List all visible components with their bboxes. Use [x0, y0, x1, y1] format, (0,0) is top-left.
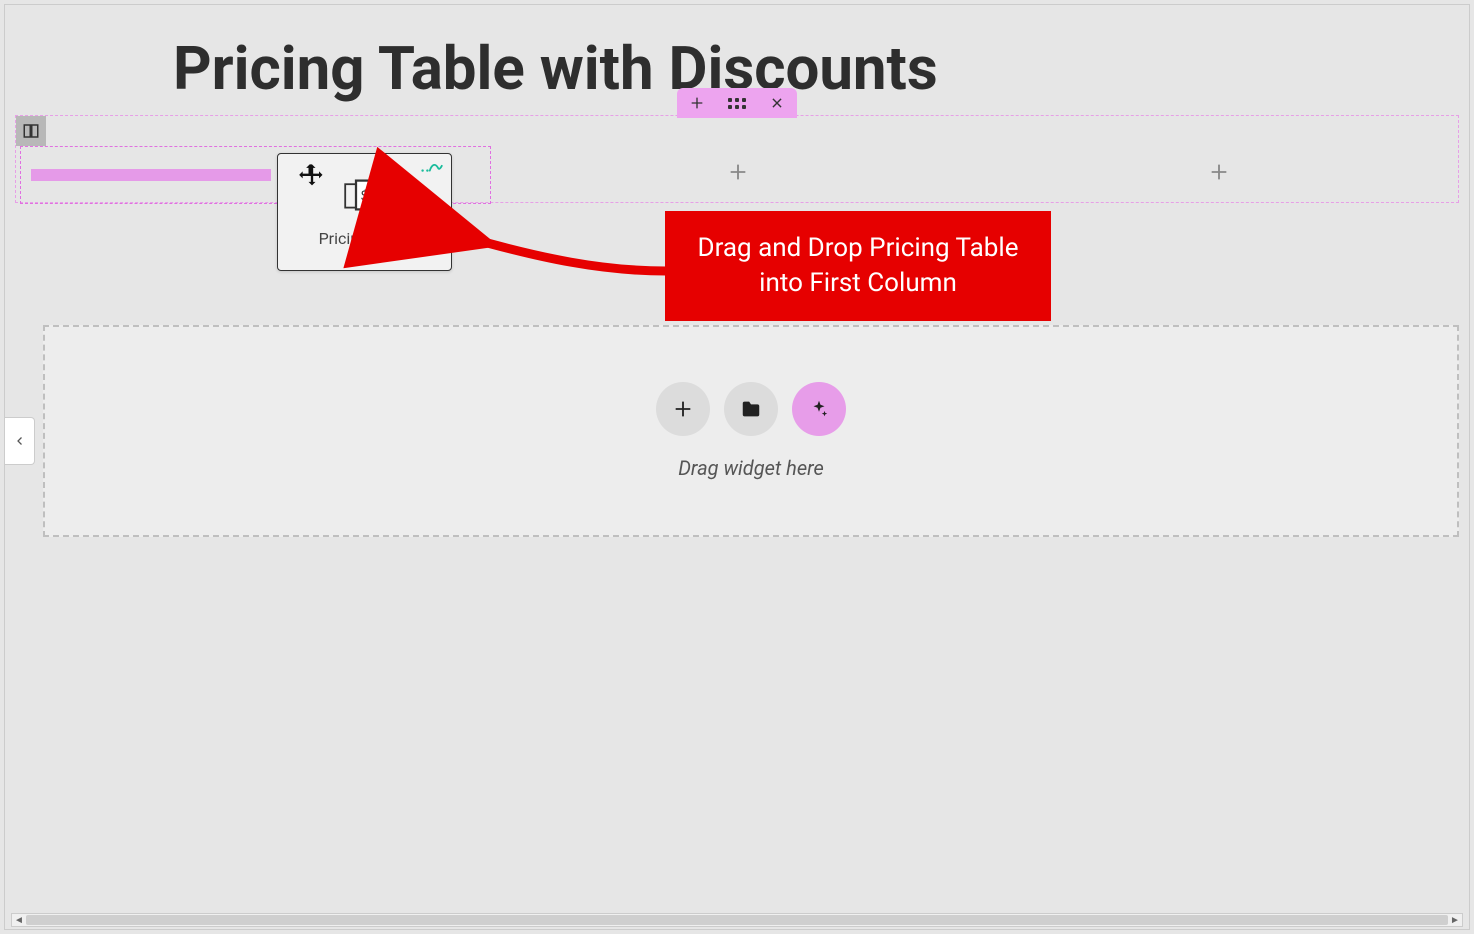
sidebar-collapse-handle[interactable]	[5, 417, 35, 465]
plus-icon	[689, 95, 705, 111]
annotation-arrow	[461, 223, 671, 277]
editor-canvas: Pricing Table with Discounts	[4, 4, 1470, 930]
page-title: Pricing Table with Discounts	[173, 33, 938, 104]
section-container[interactable]	[15, 115, 1459, 203]
dropzone-add-button[interactable]	[656, 382, 710, 436]
column-edit-handle[interactable]	[16, 116, 46, 146]
scroll-left-button[interactable]: ◄	[12, 914, 26, 926]
pricing-table-widget-icon: $	[343, 177, 387, 217]
annotation-callout: Drag and Drop Pricing Table into First C…	[665, 211, 1051, 321]
sparkle-icon	[808, 398, 830, 420]
plus-icon	[727, 161, 749, 183]
dragging-widget-card[interactable]: $ Pricing Table	[277, 153, 452, 271]
scroll-right-button[interactable]: ►	[1448, 914, 1462, 926]
section-drag-handle[interactable]	[728, 94, 746, 112]
plus-icon	[672, 398, 694, 420]
section-controls-tab	[677, 88, 797, 118]
widget-card-label: Pricing Table	[319, 229, 411, 248]
empty-section-dropzone[interactable]: Drag widget here	[43, 325, 1459, 537]
columns-icon	[22, 122, 40, 140]
section-add-button[interactable]	[688, 94, 706, 112]
folder-icon	[740, 398, 762, 420]
section-delete-button[interactable]	[768, 94, 786, 112]
drop-indicator-bar	[31, 169, 271, 181]
horizontal-scrollbar[interactable]: ◄ ►	[11, 913, 1463, 927]
dropzone-ai-button[interactable]	[792, 382, 846, 436]
scrollbar-thumb[interactable]	[26, 915, 1448, 925]
add-widget-column-2[interactable]	[727, 160, 749, 190]
dropzone-template-button[interactable]	[724, 382, 778, 436]
svg-text:$: $	[360, 188, 368, 204]
column-2-dropzone[interactable]	[503, 146, 972, 204]
column-3-dropzone[interactable]	[985, 146, 1454, 204]
dropzone-actions	[656, 382, 846, 436]
add-widget-column-3[interactable]	[1208, 160, 1230, 190]
close-icon	[770, 96, 784, 110]
chevron-left-icon	[14, 435, 26, 447]
widget-brand-badge-icon	[419, 158, 443, 180]
plus-icon	[1208, 161, 1230, 183]
dropzone-hint-text: Drag widget here	[678, 456, 824, 480]
drag-handle-icon	[728, 98, 746, 109]
move-cursor-icon	[298, 162, 326, 194]
columns-row	[16, 146, 1458, 204]
